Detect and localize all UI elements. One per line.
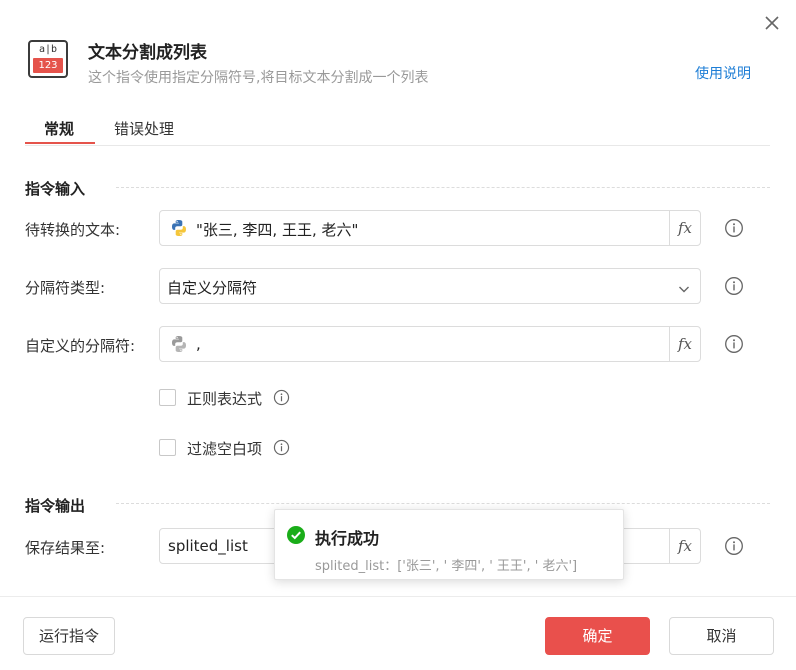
help-link[interactable]: 使用说明 xyxy=(695,63,751,83)
run-command-button[interactable]: 运行指令 xyxy=(23,617,115,655)
source-text-label: 待转换的文本: xyxy=(25,221,121,239)
success-toast: 执行成功 splited_list：['张三', ' 李四', ' 王王', '… xyxy=(274,509,624,580)
regex-checkbox-label: 正则表达式 xyxy=(187,390,263,408)
confirm-button[interactable]: 确定 xyxy=(545,617,650,655)
cancel-button[interactable]: 取消 xyxy=(669,617,774,655)
toast-title: 执行成功 xyxy=(315,529,380,548)
toast-message: splited_list：['张三', ' 李四', ' 王王', ' 老六'] xyxy=(315,559,578,574)
output-section-title: 指令输出 xyxy=(25,497,86,515)
separator-type-value: 自定义分隔符 xyxy=(167,279,258,297)
info-icon[interactable] xyxy=(724,218,744,238)
input-section-title: 指令输入 xyxy=(25,180,86,198)
dialog-title: 文本分割成列表 xyxy=(88,43,207,63)
info-icon[interactable] xyxy=(273,389,290,406)
source-text-value: "张三, 李四, 王王, 老六" xyxy=(196,221,359,239)
custom-separator-value: , xyxy=(196,335,201,353)
separator-type-select[interactable]: 自定义分隔符 xyxy=(159,268,701,304)
fx-expression-button[interactable]: fx xyxy=(669,327,700,361)
python-icon xyxy=(170,219,188,237)
separator-type-label: 分隔符类型: xyxy=(25,279,106,297)
section-divider xyxy=(116,187,770,188)
filter-empty-checkbox[interactable] xyxy=(159,439,176,456)
fx-expression-button[interactable]: fx xyxy=(669,211,700,245)
dialog-subtitle: 这个指令使用指定分隔符号,将目标文本分割成一个列表 xyxy=(88,70,429,86)
save-result-label: 保存结果至: xyxy=(25,539,106,557)
close-icon[interactable] xyxy=(761,12,783,34)
custom-separator-label: 自定义的分隔符: xyxy=(25,337,136,355)
custom-separator-input[interactable]: , fx xyxy=(159,326,701,362)
save-result-value: splited_list xyxy=(168,537,248,555)
filter-empty-checkbox-label: 过滤空白项 xyxy=(187,440,263,458)
fx-expression-button[interactable]: fx xyxy=(669,529,700,563)
python-icon xyxy=(170,335,188,353)
command-icon: a|b 123 xyxy=(28,40,68,78)
command-icon-top-text: a|b xyxy=(38,44,58,55)
check-circle-icon xyxy=(287,526,305,544)
tab-active-indicator xyxy=(25,142,95,144)
tab-divider xyxy=(25,145,770,146)
section-divider xyxy=(116,503,770,504)
footer-divider xyxy=(0,596,796,597)
info-icon[interactable] xyxy=(724,276,744,296)
info-icon[interactable] xyxy=(273,439,290,456)
info-icon[interactable] xyxy=(724,536,744,556)
source-text-input[interactable]: "张三, 李四, 王王, 老六" fx xyxy=(159,210,701,246)
command-icon-bottom-text: 123 xyxy=(33,58,63,73)
tab-error-handling[interactable]: 错误处理 xyxy=(114,118,174,139)
tab-general[interactable]: 常规 xyxy=(44,118,74,139)
info-icon[interactable] xyxy=(724,334,744,354)
regex-checkbox[interactable] xyxy=(159,389,176,406)
chevron-down-icon xyxy=(678,280,690,293)
